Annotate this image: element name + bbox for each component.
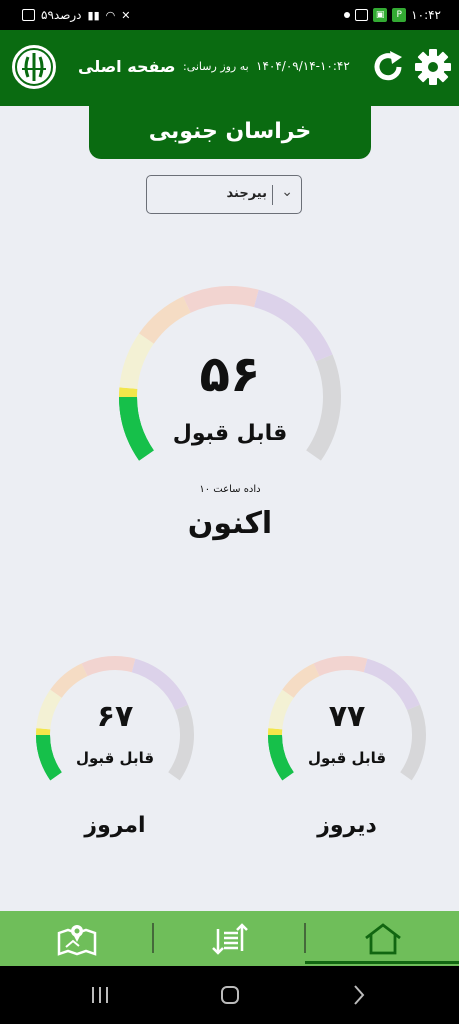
gauge-now-segment [183, 286, 259, 313]
gauge-yesterday-segment [313, 656, 368, 677]
gauge-now-note: داده ساعت ۱۰ [199, 484, 261, 495]
app-header: صفحه اصلی به روز رسانی: ۱۴۰۴/۰۹/۱۴-۱۰:۴۲ [0, 30, 459, 106]
gauge-now-segment [139, 296, 191, 344]
gauge-yesterday-status: قابل قبول [307, 749, 387, 767]
status-time: ۱۰:۴۲ [411, 8, 441, 22]
nav-sort[interactable] [154, 911, 305, 966]
gauge-now-label: اکنون [187, 506, 273, 541]
gauge-now-status: قابل قبول [172, 421, 288, 446]
gauge-today-label: امروز [84, 813, 146, 838]
settings-button[interactable] [413, 47, 453, 87]
map-icon [57, 924, 96, 956]
mute-icon: ✕ [121, 8, 131, 22]
signal-icon: ▮▮ [87, 8, 100, 22]
city-select[interactable]: بیرجند ⌄ [146, 175, 302, 214]
sort-icon [211, 922, 248, 955]
nav-map[interactable] [0, 911, 153, 966]
gauge-yesterday-value: ۷۷ [328, 699, 366, 734]
refresh-button[interactable] [370, 49, 406, 85]
bottom-nav [0, 911, 459, 966]
wifi-icon: ◠ [105, 8, 116, 22]
refresh-icon [374, 51, 402, 81]
gear-icon [415, 49, 451, 85]
logo-icon [15, 48, 53, 86]
city-select-value: بیرجند [226, 186, 267, 201]
calendar-icon [355, 9, 369, 21]
select-divider [272, 185, 273, 205]
update-time: ۱۴۰۴/۰۹/۱۴-۱۰:۴۲ [256, 59, 350, 73]
home-system-button[interactable] [215, 984, 245, 1006]
gauge-today-status: قابل قبول [75, 749, 155, 767]
gauge-now-value: ۵۶ [199, 345, 261, 403]
notification-dot-icon [344, 12, 351, 18]
gauge-yesterday: ۷۷ قابل قبول [257, 655, 437, 805]
gauge-today-segment [50, 663, 88, 698]
status-left: ۵۹درصد ▮▮ ◠ ✕ [22, 8, 130, 22]
status-bar: ۵۹درصد ▮▮ ◠ ✕ ▣ P ۱۰:۴۲ [0, 0, 459, 30]
recents-icon [92, 987, 108, 1003]
app-notification-icon: ▣ [373, 8, 388, 22]
home-icon [364, 922, 401, 954]
parking-app-icon: P [392, 8, 407, 22]
back-button[interactable] [343, 984, 373, 1006]
nav-active-indicator [305, 961, 459, 964]
province-title: خراسان جنوبی [89, 106, 371, 159]
logo [10, 43, 58, 91]
battery-icon [22, 9, 35, 21]
gauge-yesterday-segment [282, 663, 320, 698]
back-chevron-icon [354, 985, 365, 1005]
system-nav-bar [0, 966, 459, 1024]
gauge-yesterday-label: دیروز [317, 813, 377, 838]
page-title: صفحه اصلی [78, 57, 176, 76]
status-right: ▣ P ۱۰:۴۲ [344, 8, 441, 22]
gauge-today: ۶۷ قابل قبول [25, 655, 205, 805]
nav-home[interactable] [306, 911, 459, 966]
recents-button[interactable] [85, 984, 115, 1006]
battery-text: ۵۹درصد [41, 8, 82, 22]
gauge-today-segment [81, 656, 136, 677]
circle-home-icon [221, 986, 239, 1004]
update-label: به روز رسانی: [183, 60, 249, 73]
gauge-now: ۵۶ قابل قبول [110, 285, 350, 500]
chevron-down-icon: ⌄ [281, 184, 293, 200]
gauge-today-value: ۶۷ [96, 699, 134, 734]
